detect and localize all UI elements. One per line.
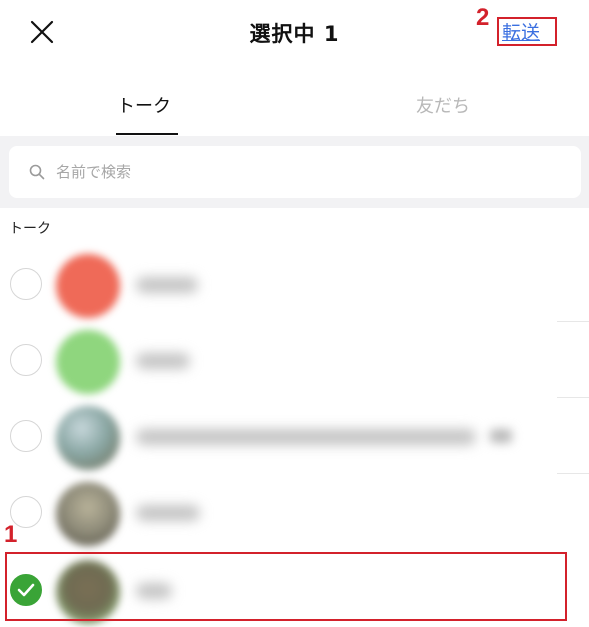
annotation-number-2: 2 [476, 4, 490, 31]
avatar [56, 482, 120, 546]
annotation-box-forward [497, 17, 557, 46]
search-input[interactable]: 名前で検索 [9, 146, 581, 198]
search-placeholder: 名前で検索 [56, 163, 132, 181]
chat-row[interactable] [0, 398, 589, 474]
chat-name-blurred [136, 277, 198, 293]
search-area: 名前で検索 [0, 136, 589, 208]
search-icon [29, 164, 45, 180]
annotation-box-selected-row [5, 552, 567, 621]
section-label: トーク [9, 221, 51, 237]
chat-name-blurred [136, 429, 476, 445]
annotation-number-1: 1 [4, 521, 18, 548]
avatar [56, 330, 120, 394]
select-radio[interactable] [10, 344, 42, 376]
select-radio[interactable] [10, 268, 42, 300]
avatar [56, 254, 120, 318]
chat-row[interactable] [0, 246, 589, 322]
chat-row[interactable] [0, 322, 589, 398]
chat-name-blurred [136, 505, 200, 521]
chat-row[interactable] [0, 474, 589, 550]
active-tab-indicator [116, 133, 178, 135]
avatar [56, 406, 120, 470]
select-radio[interactable] [10, 420, 42, 452]
tab-talk[interactable]: トーク [117, 92, 171, 118]
tab-bar: トーク 友だち [0, 78, 589, 136]
chat-extra-blurred [490, 429, 512, 443]
chat-name-blurred [136, 353, 190, 369]
tab-friends[interactable]: 友だち [416, 92, 470, 118]
